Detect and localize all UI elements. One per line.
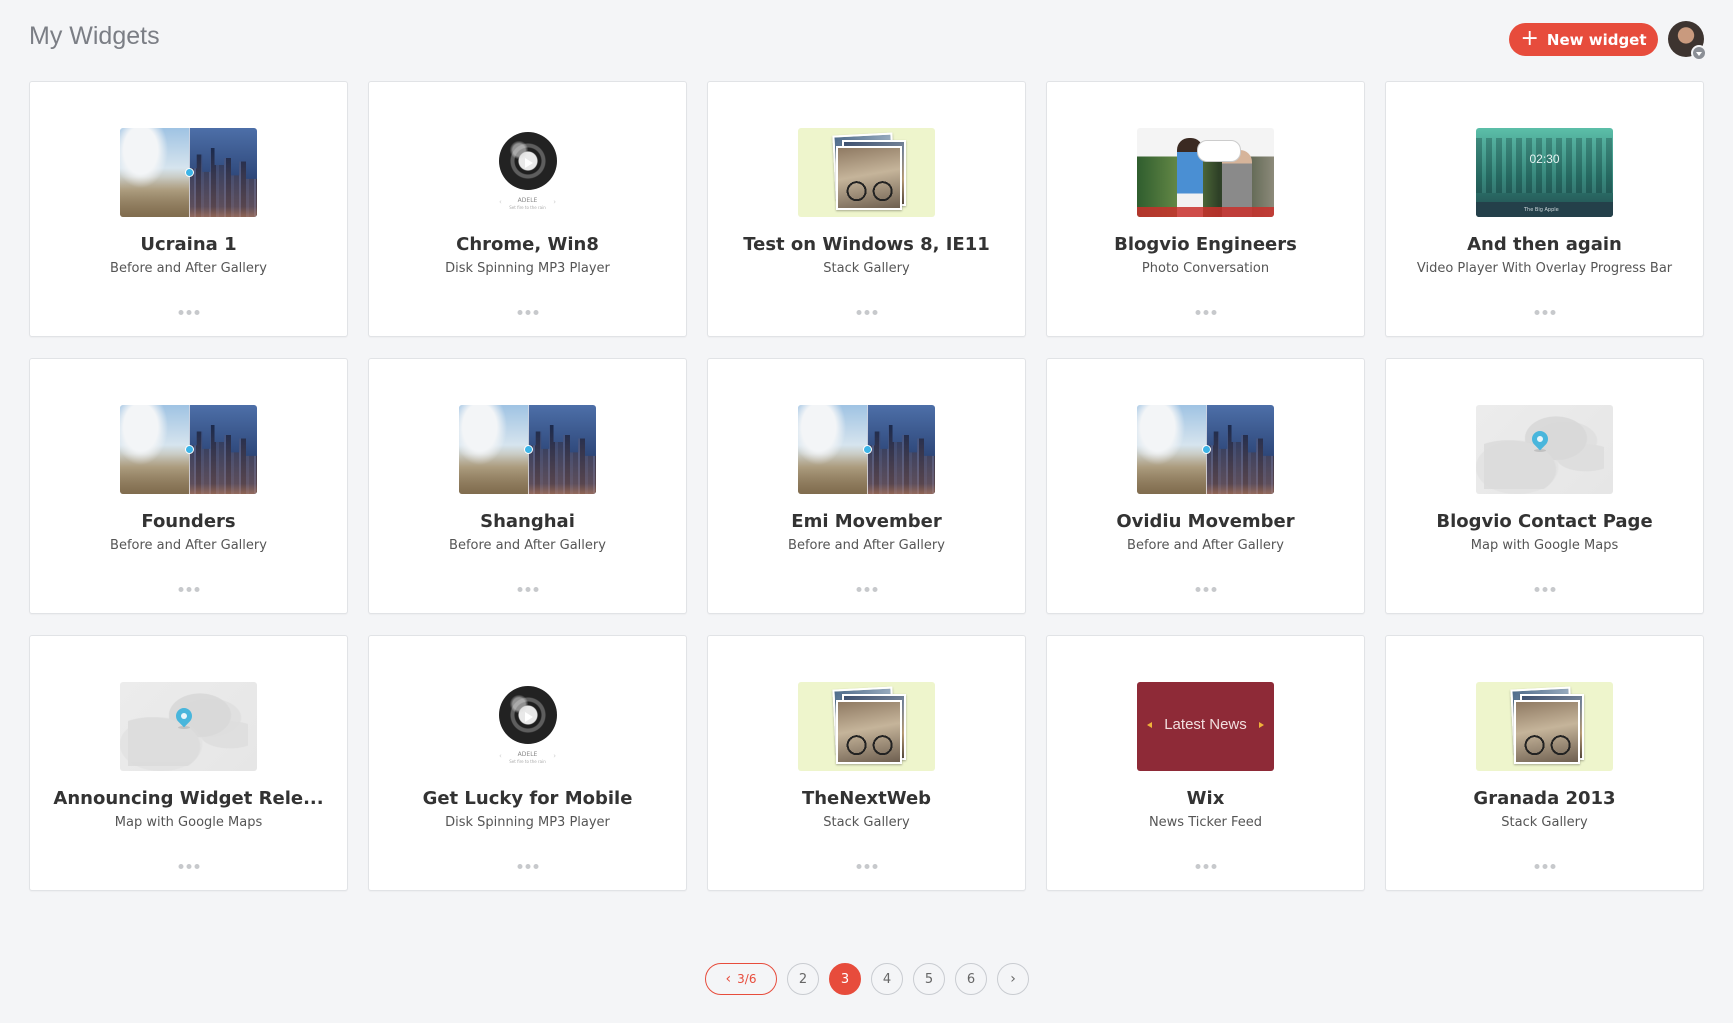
widget-type: Before and After Gallery: [1127, 538, 1284, 553]
more-options-icon[interactable]: [513, 306, 542, 319]
more-options-icon[interactable]: [513, 860, 542, 873]
widget-title: Granada 2013: [1473, 788, 1616, 809]
widget-card[interactable]: ‹ › ADELE Set fire to the rain Chrome, Win8 D…: [368, 81, 687, 337]
widget-title: And then again: [1467, 234, 1622, 255]
widget-title: Emi Movember: [791, 511, 942, 532]
widget-type: News Ticker Feed: [1148, 815, 1263, 830]
widget-type: Before and After Gallery: [788, 538, 945, 553]
more-options-icon[interactable]: [852, 306, 881, 319]
more-options-icon[interactable]: [174, 306, 203, 319]
news-ticker-thumbnail: Latest News: [1137, 682, 1274, 771]
widget-title: Blogvio Contact Page: [1436, 511, 1653, 532]
widget-card[interactable]: Shanghai Before and After Gallery: [368, 358, 687, 614]
widget-type: Before and After Gallery: [449, 538, 606, 553]
before-after-thumbnail: [120, 405, 257, 494]
more-options-icon[interactable]: [1530, 583, 1559, 596]
chevron-right-icon: ›: [1010, 971, 1016, 987]
widget-type: Stack Gallery: [823, 815, 910, 830]
widget-title: Blogvio Engineers: [1114, 234, 1297, 255]
before-after-thumbnail: [1137, 405, 1274, 494]
widget-title: Test on Windows 8, IE11: [743, 234, 990, 255]
before-after-thumbnail: [459, 405, 596, 494]
page-button-6[interactable]: 6: [955, 963, 987, 995]
previous-page-button[interactable]: ‹ 3/6: [705, 963, 777, 995]
widget-card[interactable]: ‹ › ADELE Set fire to the rain Get Lucky for…: [368, 635, 687, 891]
widget-type: Map with Google Maps: [1470, 538, 1619, 553]
more-options-icon[interactable]: [513, 583, 542, 596]
widget-card[interactable]: Latest News Wix News Ticker Feed: [1046, 635, 1365, 891]
widget-title: Get Lucky for Mobile: [422, 788, 633, 809]
pagination: ‹ 3/6 2 3 4 5 6 ›: [705, 963, 1029, 995]
widget-type: Video Player With Overlay Progress Bar: [1416, 261, 1673, 276]
widget-type: Before and After Gallery: [110, 261, 267, 276]
widget-type: Stack Gallery: [823, 261, 910, 276]
stack-gallery-thumbnail: [1476, 682, 1613, 771]
widget-type: Before and After Gallery: [110, 538, 267, 553]
before-after-thumbnail: [120, 128, 257, 217]
widget-card[interactable]: Blogvio Engineers Photo Conversation: [1046, 81, 1365, 337]
widget-card[interactable]: Ovidiu Movember Before and After Gallery: [1046, 358, 1365, 614]
more-options-icon[interactable]: [852, 583, 881, 596]
plus-icon: +: [1520, 25, 1539, 51]
video-player-thumbnail: 02:30 The Big Apple: [1476, 128, 1613, 217]
page-button-3[interactable]: 3: [829, 963, 861, 995]
widget-card[interactable]: TheNextWeb Stack Gallery: [707, 635, 1026, 891]
more-options-icon[interactable]: [174, 583, 203, 596]
page-button-2[interactable]: 2: [787, 963, 819, 995]
widget-card[interactable]: Blogvio Contact Page Map with Google Maps: [1385, 358, 1704, 614]
new-widget-label: New widget: [1546, 30, 1647, 49]
next-page-button[interactable]: ›: [997, 963, 1029, 995]
widget-type: Disk Spinning MP3 Player: [445, 261, 610, 276]
more-options-icon[interactable]: [174, 860, 203, 873]
chevron-down-icon[interactable]: [1691, 45, 1707, 61]
more-options-icon[interactable]: [1530, 306, 1559, 319]
widget-type: Disk Spinning MP3 Player: [445, 815, 610, 830]
widget-card[interactable]: Test on Windows 8, IE11 Stack Gallery: [707, 81, 1026, 337]
widget-card[interactable]: Founders Before and After Gallery: [29, 358, 348, 614]
stack-gallery-thumbnail: [798, 128, 935, 217]
disk-player-thumbnail: ‹ › ADELE Set fire to the rain: [459, 128, 596, 217]
widget-title: Announcing Widget Rele...: [53, 788, 324, 809]
widget-title: Ucraina 1: [140, 234, 237, 255]
page-indicator: 3/6: [737, 972, 757, 986]
widget-title: Chrome, Win8: [456, 234, 599, 255]
stack-gallery-thumbnail: [798, 682, 935, 771]
more-options-icon[interactable]: [1191, 583, 1220, 596]
widget-card[interactable]: 02:30 The Big Apple And then again Video Pl…: [1385, 81, 1704, 337]
photo-conversation-thumbnail: [1137, 128, 1274, 217]
page-button-4[interactable]: 4: [871, 963, 903, 995]
widget-title: Wix: [1186, 788, 1225, 809]
widget-card[interactable]: Granada 2013 Stack Gallery: [1385, 635, 1704, 891]
new-widget-button[interactable]: + New widget: [1509, 23, 1658, 56]
widget-title: TheNextWeb: [801, 788, 932, 809]
disk-player-thumbnail: ‹ › ADELE Set fire to the rain: [459, 682, 596, 771]
widget-card[interactable]: Announcing Widget Rele... Map with Google…: [29, 635, 348, 891]
widget-card[interactable]: Emi Movember Before and After Gallery: [707, 358, 1026, 614]
page-button-5[interactable]: 5: [913, 963, 945, 995]
widget-title: Shanghai: [480, 511, 575, 532]
widget-title: Ovidiu Movember: [1116, 511, 1295, 532]
more-options-icon[interactable]: [1191, 306, 1220, 319]
widget-type: Photo Conversation: [1141, 261, 1270, 276]
page-title: My Widgets: [29, 22, 160, 50]
more-options-icon[interactable]: [1530, 860, 1559, 873]
map-thumbnail: [1476, 405, 1613, 494]
before-after-thumbnail: [798, 405, 935, 494]
more-options-icon[interactable]: [852, 860, 881, 873]
widget-card[interactable]: Ucraina 1 Before and After Gallery: [29, 81, 348, 337]
map-thumbnail: [120, 682, 257, 771]
more-options-icon[interactable]: [1191, 860, 1220, 873]
chevron-left-icon: ‹: [725, 971, 732, 987]
widget-grid: Ucraina 1 Before and After Gallery ‹ › ADELE…: [29, 81, 1704, 891]
widget-type: Map with Google Maps: [114, 815, 263, 830]
widget-type: Stack Gallery: [1501, 815, 1588, 830]
widget-title: Founders: [141, 511, 236, 532]
